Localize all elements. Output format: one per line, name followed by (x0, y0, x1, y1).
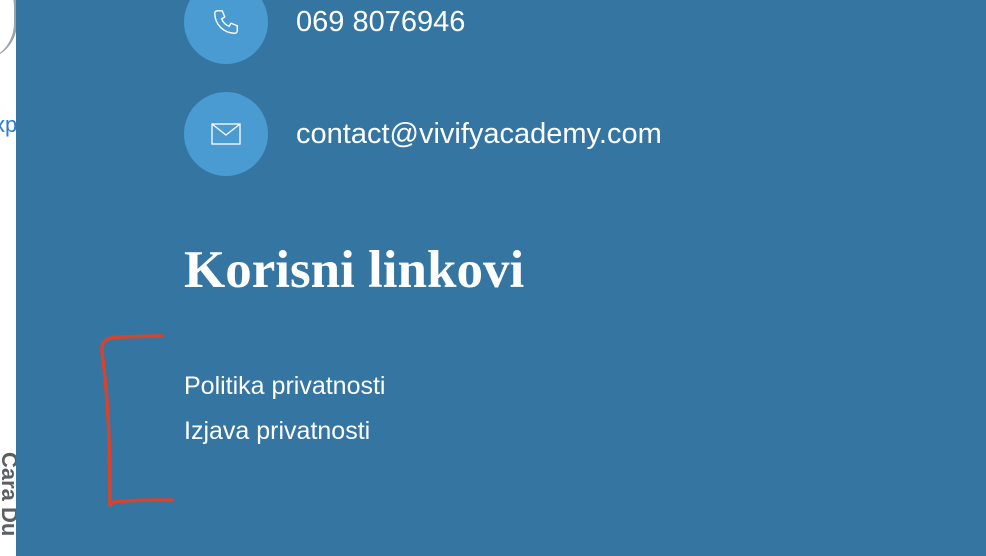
background-arc (0, 0, 16, 60)
contact-email-row: contact@vivifyacademy.com (184, 92, 662, 176)
phone-icon (184, 0, 268, 64)
list-item: Politika privatnosti (184, 372, 385, 417)
privacy-policy-link[interactable]: Politika privatnosti (184, 372, 385, 400)
footer-panel: 069 8076946 contact@vivifyacademy.com Ko… (16, 0, 986, 556)
background-vertical-text: Cara Du (0, 452, 16, 537)
contact-phone-row: 069 8076946 (184, 0, 465, 64)
useful-links-list: Politika privatnosti Izjava privatnosti (184, 372, 385, 462)
email-link[interactable]: contact@vivifyacademy.com (296, 118, 662, 151)
list-item: Izjava privatnosti (184, 417, 385, 462)
background-link-fragment[interactable]: xp (0, 114, 16, 136)
useful-links-heading: Korisni linkovi (184, 241, 525, 299)
background-page-strip: xp Cara Du (0, 0, 16, 556)
phone-link[interactable]: 069 8076946 (296, 6, 465, 39)
privacy-statement-link[interactable]: Izjava privatnosti (184, 417, 370, 445)
envelope-icon (184, 92, 268, 176)
